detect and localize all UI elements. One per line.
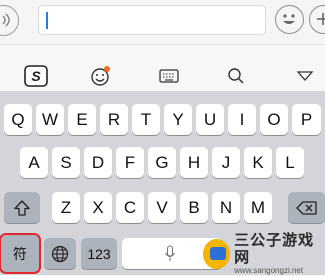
microphone-icon	[165, 244, 175, 261]
key-q[interactable]: Q	[4, 104, 32, 135]
number-key[interactable]: 123	[81, 238, 117, 269]
key-i[interactable]: I	[228, 104, 256, 135]
language-key[interactable]	[44, 238, 76, 269]
key-n[interactable]: N	[212, 192, 240, 223]
add-icon	[317, 13, 325, 25]
key-r[interactable]: R	[100, 104, 128, 135]
key-k[interactable]: K	[244, 147, 272, 178]
collapse-icon[interactable]	[295, 64, 315, 88]
svg-text:S: S	[31, 68, 41, 84]
emoji-button[interactable]	[275, 5, 304, 34]
key-m[interactable]: M	[244, 192, 272, 223]
key-y[interactable]: Y	[164, 104, 192, 135]
message-input[interactable]	[38, 5, 266, 35]
backspace-key[interactable]	[288, 192, 325, 223]
key-j[interactable]: J	[212, 147, 240, 178]
key-d[interactable]: D	[84, 147, 112, 178]
key-e[interactable]: E	[68, 104, 96, 135]
ime-toolbar: S	[0, 61, 325, 91]
key-s[interactable]: S	[52, 147, 80, 178]
key-v[interactable]: V	[148, 192, 176, 223]
watermark-text: 三公子游戏网 www.sangongzi.net	[234, 232, 321, 276]
key-x[interactable]: X	[84, 192, 112, 223]
key-t[interactable]: T	[132, 104, 160, 135]
key-z[interactable]: Z	[52, 192, 80, 223]
key-h[interactable]: H	[180, 147, 208, 178]
chat-input-bar	[0, 0, 325, 45]
notification-dot	[104, 66, 110, 72]
key-b[interactable]: B	[180, 192, 208, 223]
watermark: 三公子游戏网 www.sangongzi.net	[203, 232, 321, 275]
key-w[interactable]: W	[36, 104, 64, 135]
voice-icon	[2, 13, 10, 27]
text-caret	[46, 12, 48, 29]
voice-toggle-button[interactable]	[0, 5, 19, 36]
key-u[interactable]: U	[196, 104, 224, 135]
key-g[interactable]: G	[148, 147, 176, 178]
backspace-icon	[295, 200, 317, 215]
key-o[interactable]: O	[260, 104, 288, 135]
key-f[interactable]: F	[116, 147, 144, 178]
emoji-icon	[283, 14, 295, 24]
key-p[interactable]: P	[292, 104, 321, 135]
symbol-key[interactable]: 符	[0, 233, 41, 274]
key-a[interactable]: A	[20, 147, 48, 178]
key-c[interactable]: C	[116, 192, 144, 223]
watermark-title: 三公子游戏网	[234, 232, 315, 266]
keyboard: Q W E R T Y U I O P A S D F G H J K L Z …	[0, 91, 325, 275]
key-l[interactable]: L	[276, 147, 304, 178]
emoji-face-icon[interactable]	[89, 64, 113, 88]
shift-key[interactable]	[4, 192, 40, 223]
sogou-logo-icon[interactable]: S	[23, 64, 49, 88]
search-icon[interactable]	[226, 64, 246, 88]
globe-icon	[51, 245, 69, 262]
keyboard-icon[interactable]	[158, 64, 180, 88]
watermark-logo-icon	[203, 239, 231, 269]
add-button[interactable]	[309, 5, 325, 34]
shift-arrow-icon	[14, 199, 30, 216]
